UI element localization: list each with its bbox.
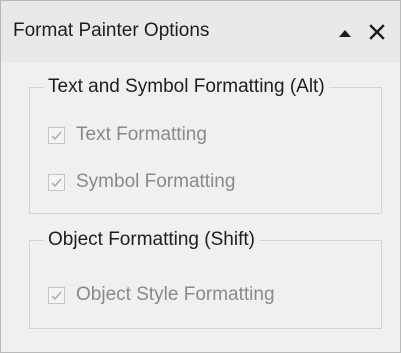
object-formatting-legend: Object Formatting (Shift) [48,229,255,250]
text-symbol-formatting-legend: Text and Symbol Formatting (Alt) [48,76,325,97]
symbol-formatting-checkbox[interactable] [48,173,65,191]
text-formatting-option[interactable]: Text Formatting [48,122,207,148]
close-icon[interactable] [366,20,388,44]
checkmark-icon [51,291,62,300]
checkmark-icon [51,131,62,140]
object-style-formatting-option[interactable]: Object Style Formatting [48,282,275,308]
object-formatting-group: Object Formatting (Shift) [29,229,382,329]
symbol-formatting-label: Symbol Formatting [76,171,236,192]
object-style-formatting-checkbox[interactable] [48,286,65,304]
panel-titlebar: Format Painter Options [1,1,400,63]
text-formatting-checkbox[interactable] [48,126,65,144]
text-formatting-label: Text Formatting [76,124,207,145]
object-style-formatting-label: Object Style Formatting [76,284,275,305]
panel-title: Format Painter Options [13,20,210,41]
symbol-formatting-option[interactable]: Symbol Formatting [48,169,235,195]
checkmark-icon [51,178,62,187]
collapse-triangle-icon[interactable] [335,21,355,43]
